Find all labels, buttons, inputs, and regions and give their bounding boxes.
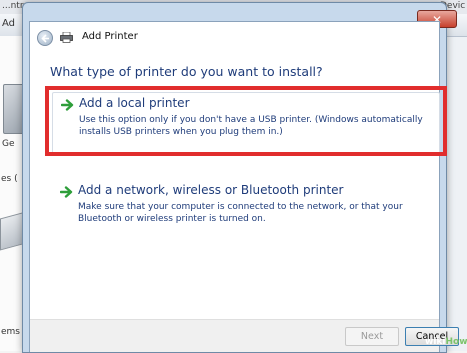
watermark-how: How (445, 337, 467, 347)
next-button[interactable]: Next (345, 327, 399, 346)
dialog-footer: Next Cancel (30, 319, 459, 352)
background-toolbar-label: Ad (2, 18, 16, 29)
background-label-1: Ge (2, 139, 15, 149)
red-highlight-box (45, 86, 447, 156)
dialog-heading: What type of printer do you want to inst… (50, 64, 323, 79)
green-arrow-icon (60, 186, 73, 198)
dialog-title: Add Printer (82, 31, 138, 42)
add-printer-dialog: ✕ Add Printer What type of printer do yo… (22, 2, 459, 353)
background-label-3: ems (1, 327, 20, 337)
printer-icon (60, 32, 73, 43)
watermark-wiki: wiki (425, 337, 446, 347)
back-arrow-icon (41, 34, 49, 43)
wikihow-watermark: wikiHow (425, 337, 467, 347)
dialog-content: Add Printer What type of printer do you … (29, 21, 459, 352)
add-network-printer-option[interactable]: Add a network, wireless or Bluetooth pri… (52, 180, 440, 244)
back-button[interactable] (37, 30, 53, 46)
add-network-printer-title: Add a network, wireless or Bluetooth pri… (78, 183, 344, 197)
add-network-printer-description: Make sure that your computer is connecte… (78, 202, 403, 224)
background-label-2: es ( (1, 174, 18, 184)
